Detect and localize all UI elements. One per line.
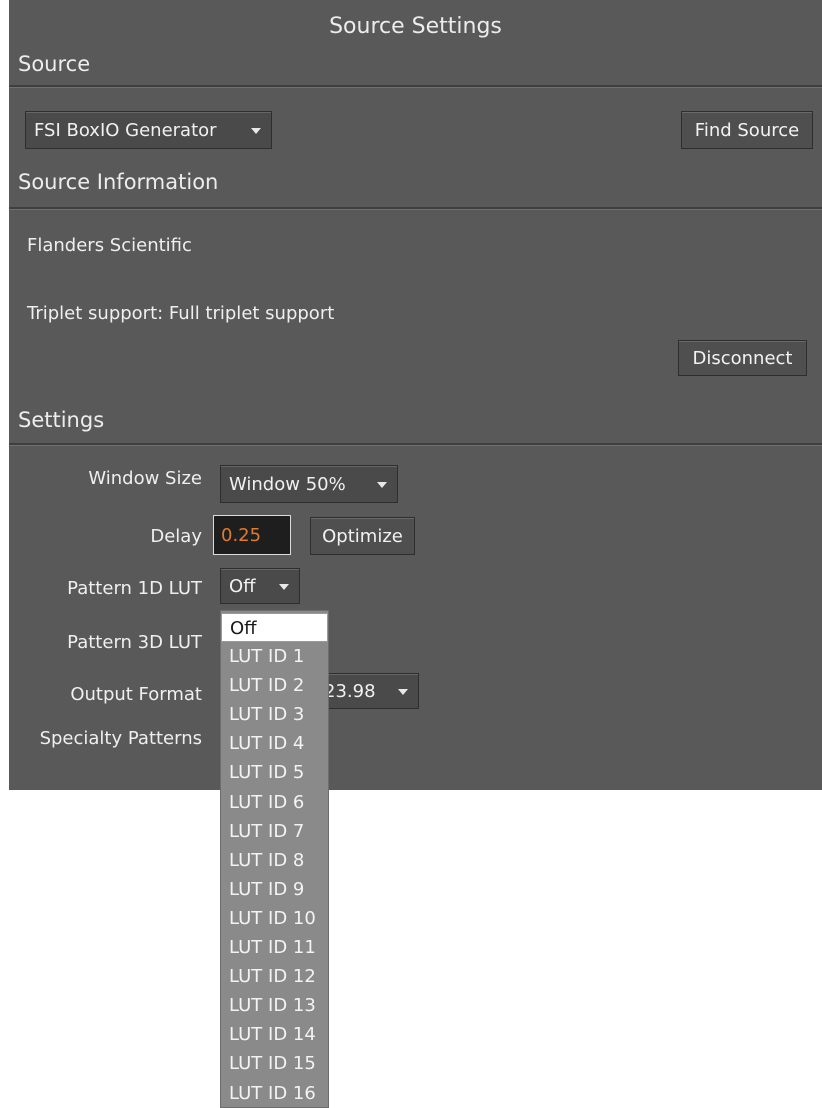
menu-item-lut[interactable]: LUT ID 1 [221, 642, 328, 671]
output-format-value: 23.98 [324, 680, 376, 702]
lut-dropdown-menu[interactable]: Off LUT ID 1 LUT ID 2 LUT ID 3 LUT ID 4 … [220, 610, 329, 1108]
menu-item-lut[interactable]: LUT ID 8 [221, 846, 328, 875]
menu-item-lut[interactable]: LUT ID 16 [221, 1079, 328, 1108]
menu-item-lut[interactable]: LUT ID 15 [221, 1049, 328, 1078]
find-source-button[interactable]: Find Source [681, 111, 813, 149]
source-select[interactable]: FSI BoxIO Generator [25, 111, 272, 149]
chevron-down-icon [279, 584, 289, 590]
menu-item-lut[interactable]: LUT ID 14 [221, 1020, 328, 1049]
menu-item-lut[interactable]: LUT ID 9 [221, 875, 328, 904]
optimize-button[interactable]: Optimize [310, 517, 415, 555]
divider [9, 443, 822, 446]
pattern-1d-lut-value: Off [229, 575, 256, 597]
window-title: Source Settings [329, 14, 502, 39]
chevron-down-icon [398, 689, 408, 695]
section-heading-settings: Settings [18, 408, 105, 432]
menu-item-lut[interactable]: LUT ID 13 [221, 991, 328, 1020]
menu-item-lut[interactable]: LUT ID 10 [221, 904, 328, 933]
source-manufacturer: Flanders Scientific [27, 235, 192, 256]
divider [9, 207, 822, 210]
chevron-down-icon [251, 128, 261, 134]
menu-item-lut[interactable]: LUT ID 12 [221, 962, 328, 991]
menu-item-lut[interactable]: LUT ID 3 [221, 700, 328, 729]
menu-item-lut[interactable]: LUT ID 4 [221, 729, 328, 758]
disconnect-button[interactable]: Disconnect [678, 340, 807, 376]
specialty-patterns-label: Specialty Patterns [39, 728, 202, 749]
menu-item-lut[interactable]: LUT ID 5 [221, 758, 328, 787]
chevron-down-icon [377, 482, 387, 488]
divider [9, 85, 822, 88]
delay-input[interactable]: 0.25 [213, 515, 291, 555]
menu-item-off[interactable]: Off [221, 613, 328, 643]
window-size-label: Window Size [88, 468, 202, 489]
menu-item-lut[interactable]: LUT ID 6 [221, 788, 328, 817]
source-settings-panel: Source Settings Source FSI BoxIO Generat… [9, 0, 822, 790]
section-heading-source: Source [18, 52, 91, 76]
window-size-value: Window 50% [229, 473, 346, 495]
menu-item-lut[interactable]: LUT ID 7 [221, 817, 328, 846]
delay-label: Delay [150, 526, 202, 547]
source-select-value: FSI BoxIO Generator [34, 119, 217, 141]
section-heading-source-information: Source Information [18, 170, 219, 194]
menu-item-lut[interactable]: LUT ID 2 [221, 671, 328, 700]
delay-value: 0.25 [221, 524, 262, 546]
triplet-support-text: Triplet support: Full triplet support [27, 303, 335, 324]
menu-item-lut[interactable]: LUT ID 11 [221, 933, 328, 962]
output-format-label: Output Format [70, 684, 202, 705]
pattern-1d-lut-select[interactable]: Off [220, 568, 300, 604]
pattern-1d-lut-label: Pattern 1D LUT [67, 578, 202, 599]
pattern-3d-lut-label: Pattern 3D LUT [67, 632, 202, 653]
window-size-select[interactable]: Window 50% [220, 465, 398, 503]
